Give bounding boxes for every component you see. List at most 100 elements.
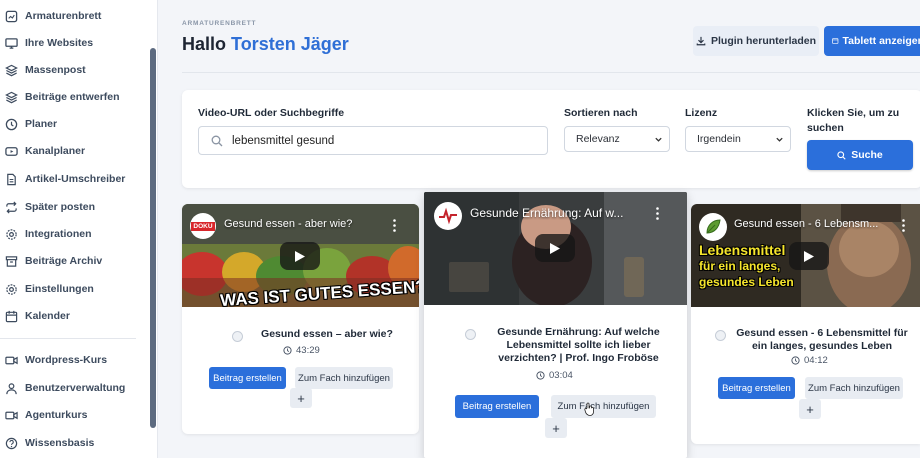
create-post-button[interactable]: Beitrag erstellen xyxy=(718,377,795,399)
video-thumbnail[interactable]: DOKU Gesund essen - aber wie? WAS IST GU… xyxy=(182,204,419,307)
chevron-down-icon xyxy=(776,137,783,142)
sidebar-item-wordpress-kurs[interactable]: Wordpress-Kurs xyxy=(0,349,150,371)
video-icon xyxy=(5,145,18,158)
clock-icon xyxy=(791,356,800,365)
search-input[interactable] xyxy=(232,134,532,147)
thumbnail-title: Gesunde Ernährung: Auf w... xyxy=(470,206,624,220)
sidebar-item-spaeter-posten[interactable]: Später posten xyxy=(0,196,150,218)
sidebar-item-benutzerverwaltung[interactable]: Benutzerverwaltung xyxy=(0,377,150,399)
sidebar-item-label: Planer xyxy=(25,118,58,130)
sidebar-item-beitraege-archiv[interactable]: Beiträge Archiv xyxy=(0,250,150,272)
video-duration: 04:12 xyxy=(791,355,828,366)
download-plugin-button[interactable]: Plugin herunterladen xyxy=(693,26,819,56)
document-icon xyxy=(5,173,18,186)
show-tablet-button[interactable]: Tablett anzeigen xyxy=(824,26,920,56)
result-card: Gesunde Ernährung: Auf w... Gesunde Ernä… xyxy=(424,192,687,458)
sidebar-item-dashboard[interactable]: Armaturenbrett xyxy=(0,5,150,27)
sidebar-item-label: Armaturenbrett xyxy=(25,10,102,22)
play-button[interactable] xyxy=(280,242,320,270)
sidebar-item-label: Ihre Websites xyxy=(25,37,94,49)
sidebar-item-label: Später posten xyxy=(25,201,96,213)
dashboard-icon xyxy=(5,10,18,23)
add-button[interactable]: + xyxy=(290,388,312,408)
sidebar-item-label: Integrationen xyxy=(25,228,92,240)
license-select[interactable]: Irgendein xyxy=(685,126,791,152)
video-duration: 03:04 xyxy=(536,370,573,381)
select-checkbox[interactable] xyxy=(715,330,726,341)
archive-icon xyxy=(5,255,18,268)
monitor-icon xyxy=(5,37,18,50)
play-icon xyxy=(804,250,814,262)
sidebar-scrollbar[interactable] xyxy=(150,48,156,428)
video-thumbnail[interactable]: Gesunde Ernährung: Auf w... xyxy=(424,192,687,305)
select-checkbox[interactable] xyxy=(232,331,243,342)
header-divider xyxy=(182,72,920,73)
play-button[interactable] xyxy=(789,242,829,270)
help-icon xyxy=(5,437,18,450)
sidebar-item-planer[interactable]: Planer xyxy=(0,113,150,135)
more-options-icon[interactable] xyxy=(902,219,905,232)
page-eyebrow: ARMATURENBRETT xyxy=(182,20,257,27)
add-to-folder-button[interactable]: Zum Fach hinzufügen xyxy=(551,395,656,418)
sidebar-item-artikel-umschreiber[interactable]: Artikel-Umschreiber xyxy=(0,168,150,190)
video-thumbnail[interactable]: Gesund essen - 6 Lebensm... Lebensmittel… xyxy=(691,204,920,307)
user-name: Torsten Jäger xyxy=(231,34,349,54)
license-value: Irgendein xyxy=(697,133,741,145)
sidebar-item-kanalplaner[interactable]: Kanalplaner xyxy=(0,140,150,162)
result-card: Gesund essen - 6 Lebensm... Lebensmittel… xyxy=(691,204,920,444)
duration-text: 04:12 xyxy=(804,355,828,366)
select-checkbox[interactable] xyxy=(465,329,476,340)
search-icon xyxy=(211,135,223,146)
sidebar-item-label: Artikel-Umschreiber xyxy=(25,173,126,185)
result-card: DOKU Gesund essen - aber wie? WAS IST GU… xyxy=(182,204,419,434)
overlay-line: für ein langes, xyxy=(699,259,781,273)
layers-icon xyxy=(5,64,18,77)
clock-icon xyxy=(536,371,545,380)
sidebar-item-websites[interactable]: Ihre Websites xyxy=(0,32,150,54)
tablet-icon xyxy=(832,38,839,44)
sort-value: Relevanz xyxy=(576,133,620,145)
query-label: Video-URL oder Suchbegriffe xyxy=(198,107,345,119)
sidebar-item-kalender[interactable]: Kalender xyxy=(0,305,150,327)
create-post-button[interactable]: Beitrag erstellen xyxy=(455,395,539,418)
sidebar-item-label: Benutzerverwaltung xyxy=(25,382,126,394)
sidebar-item-integrationen[interactable]: Integrationen xyxy=(0,223,150,245)
duration-text: 03:04 xyxy=(549,370,573,381)
more-options-icon[interactable] xyxy=(393,219,396,232)
add-button[interactable]: + xyxy=(545,418,567,438)
sidebar-item-label: Beiträge entwerfen xyxy=(25,91,120,103)
duration-text: 43:29 xyxy=(296,345,320,356)
sort-select[interactable]: Relevanz xyxy=(564,126,670,152)
overlay-line: Lebensmittel xyxy=(699,242,786,258)
add-button[interactable]: + xyxy=(799,399,821,419)
thumbnail-title: Gesund essen - 6 Lebensm... xyxy=(734,218,879,230)
sidebar-item-label: Wissensbasis xyxy=(25,437,95,449)
sidebar-item-label: Agenturkurs xyxy=(25,409,88,421)
leaf-icon xyxy=(706,219,721,234)
settings-icon xyxy=(5,283,18,296)
search-button[interactable]: Suche xyxy=(807,140,913,170)
sidebar-item-wissensbasis[interactable]: Wissensbasis xyxy=(0,432,150,454)
layers-icon xyxy=(5,91,18,104)
video-title: Gesund essen - 6 Lebensmittel für ein la… xyxy=(736,327,908,352)
sort-label: Sortieren nach xyxy=(564,107,638,119)
sidebar-item-massenpost[interactable]: Massenpost xyxy=(0,59,150,81)
search-icon xyxy=(837,150,846,160)
add-to-folder-button[interactable]: Zum Fach hinzufügen xyxy=(295,367,393,389)
create-post-button[interactable]: Beitrag erstellen xyxy=(209,367,286,389)
channel-badge: DOKU xyxy=(191,221,215,231)
add-to-folder-button[interactable]: Zum Fach hinzufügen xyxy=(805,377,903,399)
calendar-icon xyxy=(5,310,18,323)
sidebar-item-label: Beiträge Archiv xyxy=(25,255,103,267)
play-button[interactable] xyxy=(535,234,575,262)
more-options-icon[interactable] xyxy=(656,207,659,220)
clock-icon xyxy=(283,346,292,355)
sidebar-item-einstellungen[interactable]: Einstellungen xyxy=(0,278,150,300)
sidebar-item-beitraege-entwerfen[interactable]: Beiträge entwerfen xyxy=(0,86,150,108)
sidebar-item-label: Massenpost xyxy=(25,64,86,76)
video-title: Gesund essen – aber wie? xyxy=(261,328,393,340)
download-plugin-label: Plugin herunterladen xyxy=(710,35,816,47)
video-duration: 43:29 xyxy=(283,345,320,356)
search-input-wrapper[interactable] xyxy=(198,126,548,155)
sidebar-item-agenturkurs[interactable]: Agenturkurs xyxy=(0,404,150,426)
